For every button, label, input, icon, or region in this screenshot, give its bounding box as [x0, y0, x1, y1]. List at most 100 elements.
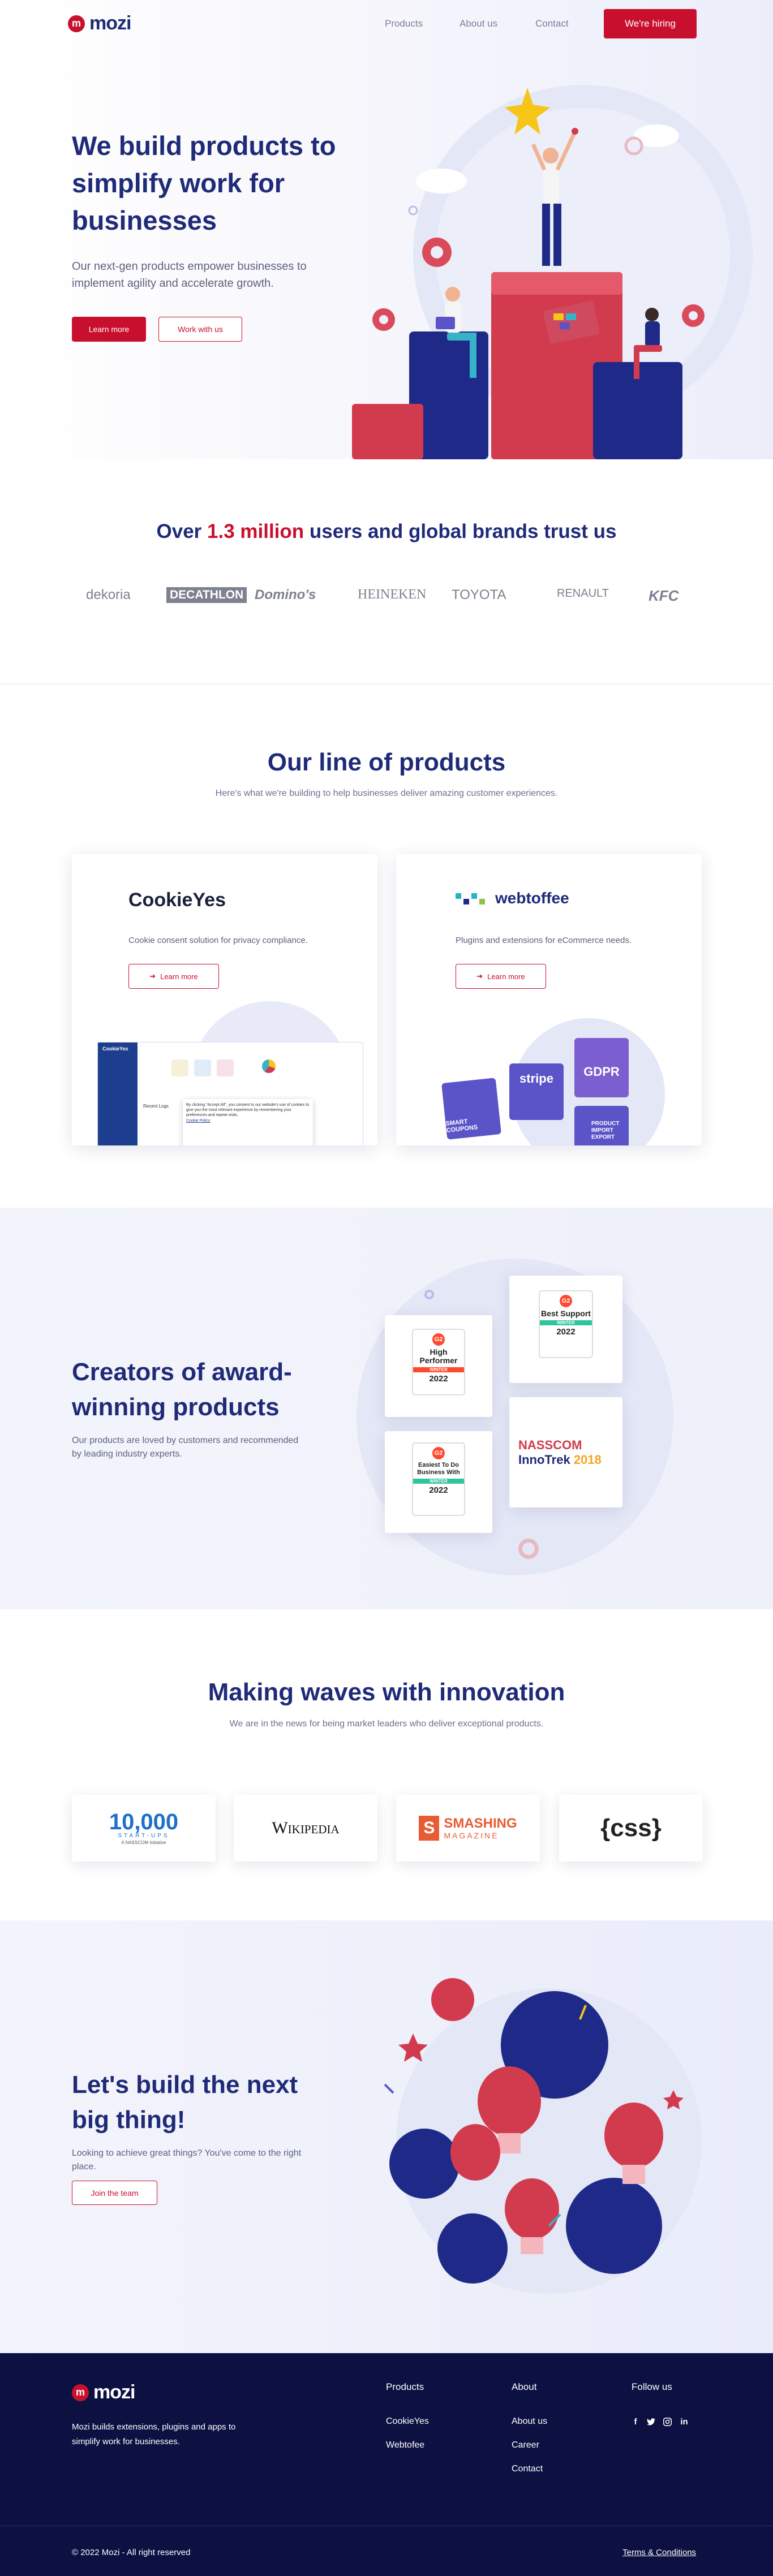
cookie-policy-link: Cookie Policy — [186, 1119, 211, 1123]
products-subtitle: Here's what we're building to help busin… — [215, 789, 558, 798]
cookieyes-learn-more-button[interactable]: ➔ Learn more — [128, 964, 219, 989]
arrow-icon — [384, 2083, 394, 2094]
news-logo-10000-startups[interactable]: 10,000 START-UPS A NASSCOM Initiative — [72, 1795, 216, 1862]
work-with-us-button[interactable]: Work with us — [158, 317, 242, 342]
webtoffee-logo-text: webtoffee — [495, 889, 569, 907]
footer-tagline: Mozi builds extensions, plugins and apps… — [72, 2422, 236, 2446]
logo-mark-icon: m — [72, 2384, 89, 2401]
cookieyes-learn-more-label: Learn more — [160, 972, 198, 981]
trust-title-prefix: Over — [156, 520, 207, 542]
footer-logo[interactable]: m mozi — [72, 2381, 135, 2403]
cookie-banner-popup: By clicking "Accept All", you consent to… — [183, 1099, 313, 1145]
brand-logo-renault: RENAULT — [557, 587, 609, 600]
tile-gdpr: GDPR — [574, 1038, 629, 1097]
footer-link-contact[interactable]: Contact — [512, 2464, 543, 2474]
brand-logo-toyota: TOYOTA — [452, 587, 506, 602]
news-title: Making waves with innovation — [208, 1678, 565, 1706]
cta-subtitle: Looking to achieve great things? You've … — [72, 2148, 302, 2172]
logo-text: mozi — [89, 12, 131, 34]
instagram-glyph — [663, 2417, 672, 2426]
facebook-icon[interactable]: f — [629, 2415, 642, 2428]
hero-illustration — [352, 85, 753, 459]
badge-season: WINTER — [540, 1320, 592, 1325]
dashboard-brand: CookieYes — [102, 1046, 128, 1052]
trust-title: Over 1.3 million users and global brands… — [0, 520, 773, 543]
tile-stripe: stripe — [509, 1063, 564, 1120]
mozi-logo[interactable]: m mozi — [68, 12, 131, 35]
products-title: Our line of products — [267, 748, 506, 776]
innotrek-year: 2018 — [573, 1453, 602, 1467]
brand-logo-dominos: Domino's — [255, 587, 316, 602]
stat-tile — [171, 1059, 188, 1076]
awards-title: Creators of award-winning products — [72, 1358, 292, 1421]
smashing-s-icon: S — [419, 1816, 440, 1841]
linkedin-icon[interactable]: in — [678, 2415, 690, 2428]
learn-more-button[interactable]: Learn more — [72, 317, 146, 342]
twitter-glyph — [646, 2418, 655, 2425]
instagram-icon[interactable] — [661, 2415, 673, 2428]
footer-heading-products: Products — [386, 2381, 424, 2392]
pie-chart-icon — [262, 1059, 276, 1073]
brand-logo-dekoria: dekoria — [86, 587, 131, 602]
decor-ring — [424, 1290, 434, 1299]
hero-section: m mozi Products About us Contact We're h… — [0, 0, 773, 459]
footer-link-career[interactable]: Career — [512, 2440, 539, 2450]
startups-sub: A NASSCOM Initiative — [121, 1840, 166, 1845]
terms-link[interactable]: Terms & Conditions — [622, 2548, 696, 2557]
footer-link-cookieyes[interactable]: CookieYes — [386, 2416, 429, 2427]
footer-link-webtofee[interactable]: Webtofee — [386, 2440, 424, 2450]
footer-logo-text: mozi — [93, 2381, 135, 2403]
trust-section: Over 1.3 million users and global brands… — [0, 459, 773, 684]
news-logo-smashing[interactable]: S SMASHING MAGAZINE — [396, 1795, 540, 1862]
cookieyes-dashboard-screenshot: CookieYes Recent Logs By clicking "Accep… — [97, 1042, 363, 1145]
news-logo-css-tricks[interactable]: {css} — [559, 1795, 703, 1862]
top-navbar: m mozi Products About us Contact We're h… — [0, 0, 773, 48]
news-logo-wikipedia[interactable]: Wikipedia — [234, 1795, 377, 1862]
tile-smart-coupons: SMART COUPONS — [441, 1078, 501, 1140]
cookieyes-logo: CookieYes — [128, 889, 226, 911]
g2-icon: G2 — [432, 1447, 445, 1459]
news-subtitle: We are in the news for being market lead… — [229, 1719, 544, 1729]
badge-year: 2022 — [429, 1374, 448, 1384]
badge-title: Best Support — [541, 1309, 591, 1318]
css-wordmark: {css} — [600, 1814, 662, 1842]
nav-contact[interactable]: Contact — [535, 18, 569, 29]
g2-icon: G2 — [560, 1295, 572, 1307]
team-illustration — [384, 1978, 702, 2294]
g2-badge: G2 Easiest To Do Business With WINTER 20… — [412, 1442, 465, 1516]
nav-about-us[interactable]: About us — [459, 18, 497, 29]
innotrek-label: InnoTrek 2018 — [518, 1453, 602, 1467]
awards-subtitle: Our products are loved by customers and … — [72, 1436, 299, 1459]
product-card-webtoffee: webtoffee Plugins and extensions for eCo… — [396, 854, 702, 1145]
webtoffee-learn-more-button[interactable]: ➔ Learn more — [456, 964, 546, 989]
award-badge-easiest-business: G2 Easiest To Do Business With WINTER 20… — [385, 1431, 492, 1533]
trust-title-suffix: users and global brands trust us — [304, 520, 617, 542]
g2-badge: G2 High Performer WINTER 2022 — [412, 1329, 465, 1395]
footer-copyright: © 2022 Mozi - All right reserved — [72, 2548, 191, 2557]
footer-heading-follow-us: Follow us — [632, 2381, 672, 2392]
nav-products[interactable]: Products — [385, 18, 423, 29]
logo-mark-icon: m — [68, 15, 85, 32]
news-section: Making waves with innovation We are in t… — [0, 1609, 773, 1920]
products-section: Our line of products Here's what we're b… — [0, 684, 773, 1208]
g2-icon: G2 — [432, 1333, 445, 1346]
product-card-cookieyes: CookieYes Cookie consent solution for pr… — [72, 854, 377, 1145]
webtoffee-description: Plugins and extensions for eCommerce nee… — [456, 936, 632, 945]
webtoffee-learn-more-label: Learn more — [487, 972, 525, 981]
join-team-button[interactable]: Join the team — [72, 2181, 157, 2205]
tile-product-import-export: PRODUCT IMPORT EXPORT — [574, 1106, 629, 1145]
decor-ring — [518, 1539, 539, 1559]
smashing-wordmark: SMASHING — [444, 1816, 517, 1831]
hero-subtitle: Our next-gen products empower businesses… — [72, 260, 307, 290]
smashing-text: SMASHING MAGAZINE — [444, 1816, 517, 1841]
hiring-button[interactable]: We're hiring — [604, 9, 697, 38]
dashboard-sidebar: CookieYes — [98, 1043, 138, 1145]
hero-title: We build products to simplify work for b… — [72, 131, 336, 235]
award-badge-best-support: G2 Best Support WINTER 2022 — [509, 1276, 622, 1383]
twitter-icon[interactable] — [645, 2415, 657, 2428]
arrow-right-icon: ➔ — [149, 972, 156, 980]
awards-section: Creators of award-winning products Our p… — [0, 1208, 773, 1609]
footer-link-about-us[interactable]: About us — [512, 2416, 547, 2427]
wikipedia-wordmark: Wikipedia — [272, 1819, 340, 1837]
webtoffee-mark-icon — [456, 893, 485, 904]
